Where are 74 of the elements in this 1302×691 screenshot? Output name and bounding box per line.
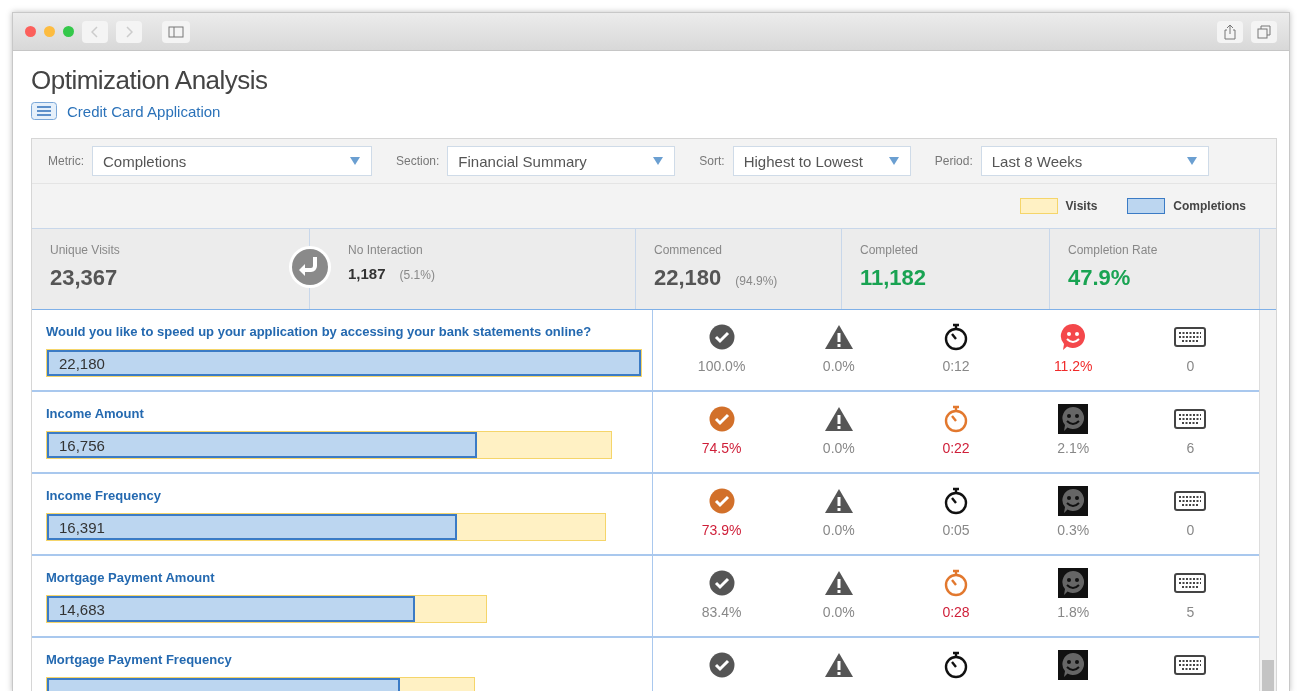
list-icon[interactable] xyxy=(31,102,57,120)
metric-value: 74.5% xyxy=(701,440,742,456)
stat-value: 47.9% xyxy=(1068,265,1131,291)
metric-value: 6 xyxy=(1186,440,1195,456)
stat-value: 1,187 xyxy=(348,265,386,282)
legend-label: Visits xyxy=(1065,199,1098,213)
completions-bar: 14,683 xyxy=(47,596,415,622)
chevron-left-icon xyxy=(91,25,99,38)
question-title[interactable]: Mortgage Payment Amount xyxy=(46,570,652,585)
completions-bar: 22,180 xyxy=(47,350,641,376)
stat-value: 11,182 xyxy=(860,265,927,291)
metric-value: 0:22 xyxy=(942,440,970,456)
metric-value: 5 xyxy=(1186,604,1195,620)
sidebar-button[interactable] xyxy=(162,20,190,43)
filter-label: Metric: xyxy=(48,154,84,168)
stat-label: Completion Rate xyxy=(1068,243,1159,257)
stat-percentage: (5.1%) xyxy=(399,268,435,282)
metric-value: 0 xyxy=(1186,522,1195,538)
metric-value: 100.0% xyxy=(697,358,746,374)
stat-label: Unique Visits xyxy=(50,243,121,257)
page-title: Optimization Analysis xyxy=(31,65,269,96)
forward-button[interactable] xyxy=(116,20,142,43)
metric-value: 0:05 xyxy=(942,522,970,538)
question-title[interactable]: Income Frequency xyxy=(46,488,652,503)
metric-value: 0:12 xyxy=(942,358,970,374)
stat-label: Commenced xyxy=(654,243,724,257)
metric-value: 0.0% xyxy=(822,358,855,374)
question-title[interactable]: Would you like to speed up your application by accessing your bank statements online? xyxy=(46,324,652,339)
back-button[interactable] xyxy=(82,20,108,43)
stat-value: 23,367 xyxy=(50,265,118,291)
dropdown[interactable]: Highest to Lowest xyxy=(732,146,911,176)
dropdown-arrow-icon xyxy=(652,156,665,166)
dropdown[interactable]: Completions xyxy=(92,146,372,176)
dropdown-arrow-icon xyxy=(349,156,361,166)
metric-value: 0:28 xyxy=(942,604,970,620)
share-icon xyxy=(1224,23,1236,40)
filter-label: Sort: xyxy=(699,154,725,168)
close-icon[interactable] xyxy=(25,26,36,37)
legend-swatch xyxy=(1127,198,1166,214)
metric-value: 2.1% xyxy=(1057,440,1090,456)
tabs-icon xyxy=(1257,24,1271,39)
zoom-icon[interactable] xyxy=(63,26,74,37)
sidebar-icon xyxy=(168,25,184,38)
stat-value: 22,180 xyxy=(654,265,722,291)
breadcrumb-link[interactable]: Credit Card Application xyxy=(67,102,221,120)
tabs-button[interactable] xyxy=(1251,20,1277,43)
metric-value: 0.0% xyxy=(822,522,855,538)
scrollbar[interactable] xyxy=(1259,310,1276,691)
stat-label: Completed xyxy=(860,243,920,257)
metric-value: 0.3% xyxy=(1057,522,1090,538)
metric-value: 0.0% xyxy=(822,440,855,456)
legend-label: Completions xyxy=(1173,199,1246,213)
metric-value: 11.2% xyxy=(1053,358,1093,374)
metric-value: 83.4% xyxy=(701,604,742,620)
share-button[interactable] xyxy=(1217,20,1243,43)
legend-swatch xyxy=(1019,198,1058,214)
dropdown[interactable]: Financial Summary xyxy=(447,146,676,176)
stat-percentage: (94.9%) xyxy=(735,274,778,288)
minimize-icon[interactable] xyxy=(44,26,55,37)
metric-value: 73.9% xyxy=(701,522,742,538)
metric-value: 1.8% xyxy=(1057,604,1090,620)
metric-value: 0.0% xyxy=(822,604,855,620)
dropdown-arrow-icon xyxy=(887,156,900,166)
completions-bar: 16,391 xyxy=(47,514,457,540)
completions-bar: 16,756 xyxy=(47,432,478,458)
dropdown-arrow-icon xyxy=(1185,156,1198,166)
question-title[interactable]: Mortgage Payment Frequency xyxy=(46,652,652,667)
metric-value: 0 xyxy=(1186,358,1195,374)
filter-label: Section: xyxy=(396,154,440,168)
chevron-right-icon xyxy=(125,25,133,38)
filter-label: Period: xyxy=(934,154,973,168)
question-title[interactable]: Income Amount xyxy=(46,406,652,421)
stat-label: No Interaction xyxy=(348,243,424,257)
dropdown[interactable]: Last 8 Weeks xyxy=(980,146,1209,176)
